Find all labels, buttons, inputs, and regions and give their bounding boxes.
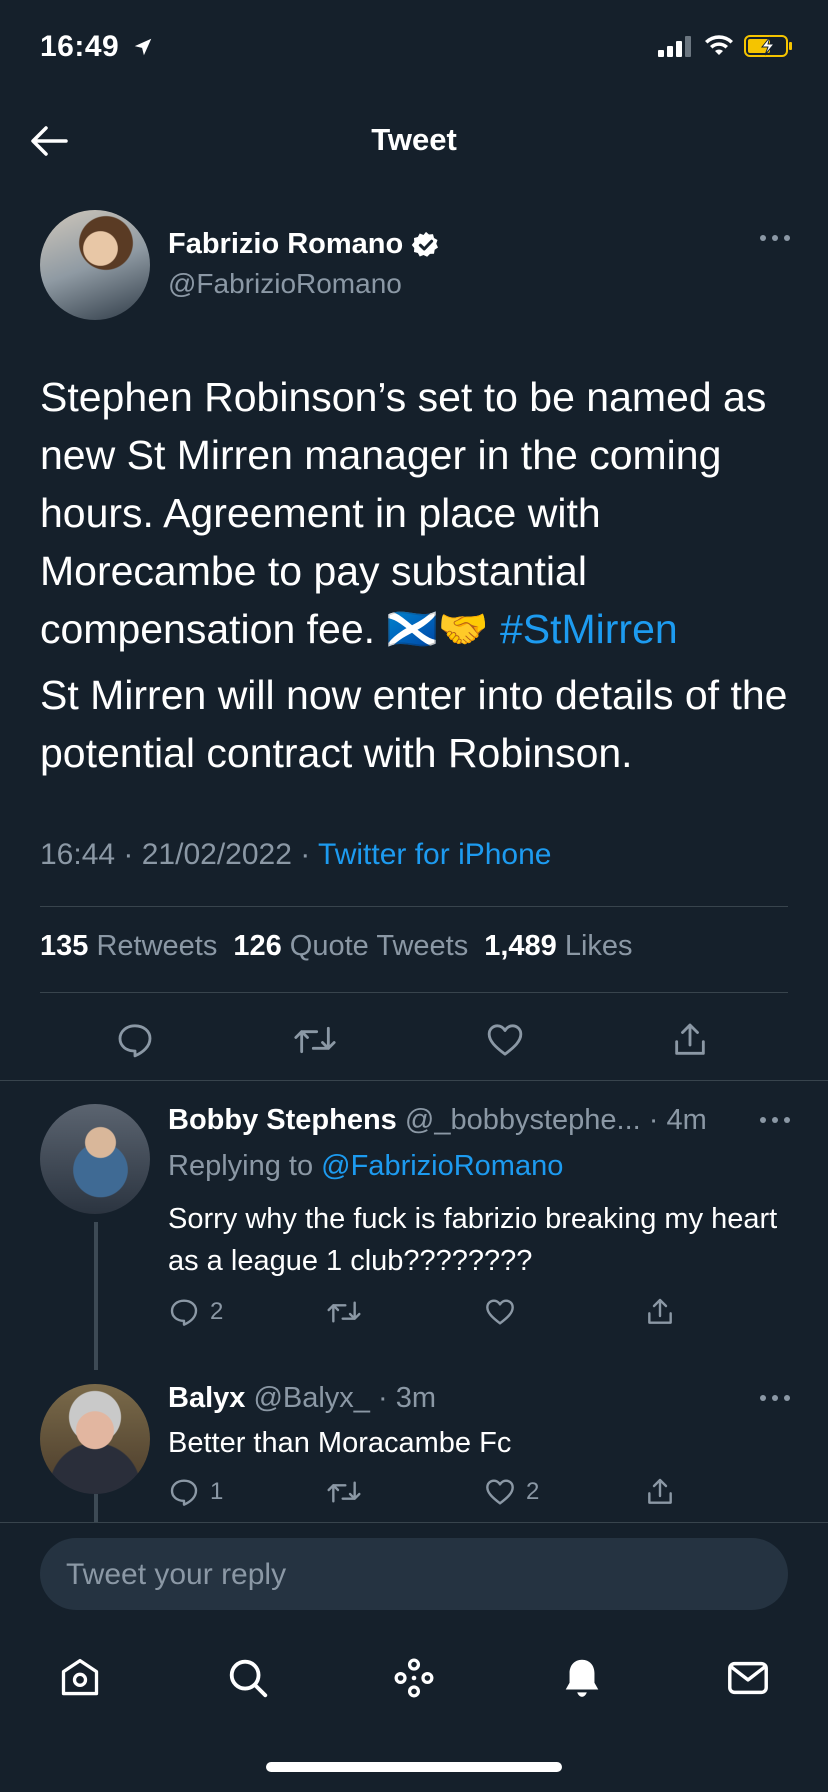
- share-button[interactable]: [665, 1015, 715, 1065]
- reply-avatar[interactable]: [40, 1384, 150, 1494]
- more-options-icon[interactable]: [755, 1112, 795, 1128]
- author-handle[interactable]: @FabrizioRomano: [168, 268, 402, 300]
- reply-avatar[interactable]: [40, 1104, 150, 1214]
- reply-age: 4m: [666, 1104, 707, 1136]
- like-button[interactable]: 2: [484, 1476, 539, 1508]
- tweet-body: Stephen Robinson’s set to be named as ne…: [40, 368, 800, 790]
- reply-button[interactable]: 2: [168, 1296, 223, 1328]
- tweet-source-link[interactable]: Twitter for iPhone: [318, 838, 551, 871]
- more-options-icon[interactable]: [755, 1390, 795, 1406]
- quote-tweets-stat[interactable]: 126 Quote Tweets: [233, 930, 468, 963]
- like-button[interactable]: [484, 1296, 516, 1328]
- reply-icon: [118, 1024, 152, 1058]
- tab-spaces[interactable]: [386, 1650, 442, 1706]
- retweet-icon: [294, 1026, 336, 1054]
- wifi-icon: [705, 35, 733, 55]
- reply-author-handle[interactable]: @Balyx_: [253, 1382, 369, 1414]
- tweet-paragraph-2: St Mirren will now enter into details of…: [40, 672, 788, 776]
- mail-icon: [728, 1661, 768, 1695]
- verified-badge-icon: [411, 231, 439, 257]
- cellular-signal-icon: [658, 36, 691, 57]
- reply-actions: 1 2: [168, 1476, 788, 1516]
- retweet-button[interactable]: [326, 1476, 362, 1508]
- location-arrow-icon: [134, 38, 152, 56]
- divider: [0, 1522, 828, 1523]
- reply-author-name[interactable]: Bobby Stephens: [168, 1104, 397, 1136]
- likes-stat[interactable]: 1,489 Likes: [484, 930, 632, 963]
- replying-to: Replying to @FabrizioRomano: [168, 1150, 564, 1182]
- share-button[interactable]: [644, 1476, 676, 1508]
- heart-icon: [486, 1479, 514, 1505]
- thread-connector: [94, 1494, 98, 1524]
- reply-input-placeholder: Tweet your reply: [66, 1558, 287, 1591]
- heart-icon: [487, 1024, 523, 1056]
- status-icons: [658, 34, 794, 58]
- tab-home[interactable]: [52, 1650, 108, 1706]
- retweets-stat[interactable]: 135 Retweets: [40, 930, 217, 963]
- tweet-time: 16:44: [40, 838, 116, 871]
- share-icon: [675, 1023, 705, 1055]
- emoji-flag-handshake: 🏴󠁧󠁢󠁳󠁣󠁴󠁿🤝: [386, 606, 489, 652]
- tab-search[interactable]: [220, 1650, 276, 1706]
- reply-age: 3m: [395, 1382, 437, 1414]
- retweet-icon: [327, 1301, 361, 1323]
- reply-count: 1: [210, 1478, 224, 1505]
- heart-icon: [486, 1299, 514, 1325]
- reply-author-name[interactable]: Balyx: [168, 1382, 245, 1414]
- divider: [40, 992, 788, 993]
- tweet-meta: 16:44 · 21/02/2022 · Twitter for iPhone: [40, 838, 552, 871]
- reply-button[interactable]: 1: [168, 1476, 223, 1508]
- share-icon: [648, 1298, 672, 1324]
- tweet-stats: 135 Retweets 126 Quote Tweets 1,489 Like…: [40, 930, 633, 963]
- author-name[interactable]: Fabrizio Romano: [168, 228, 441, 261]
- reply-button[interactable]: [110, 1015, 160, 1065]
- hashtag-link[interactable]: #StMirren: [500, 606, 678, 652]
- tweet-date: 21/02/2022: [141, 838, 292, 871]
- author-name-text: Fabrizio Romano: [168, 228, 404, 260]
- page-title: Tweet: [371, 122, 457, 157]
- tab-notifications[interactable]: [554, 1650, 610, 1706]
- reply-icon: [170, 1479, 198, 1506]
- tab-messages[interactable]: [720, 1650, 776, 1706]
- reply-actions: 2: [168, 1296, 788, 1336]
- reply-count: 2: [210, 1298, 224, 1325]
- more-options-icon[interactable]: [755, 230, 795, 246]
- status-time: 16:49: [40, 30, 154, 64]
- reply-author-handle[interactable]: @_bobbystephe...: [405, 1104, 641, 1136]
- divider: [40, 906, 788, 907]
- reply-header: Bobby Stephens @_bobbystephe... · 4m: [168, 1104, 707, 1136]
- reply-icon: [170, 1299, 198, 1326]
- share-button[interactable]: [644, 1296, 676, 1328]
- tweet-paragraph-1: Stephen Robinson’s set to be named as ne…: [40, 374, 767, 652]
- share-icon: [648, 1478, 672, 1504]
- search-icon: [229, 1659, 268, 1698]
- like-button[interactable]: [480, 1015, 530, 1065]
- like-count: 2: [526, 1478, 540, 1505]
- reply-text: Sorry why the fuck is fabrizio breaking …: [168, 1203, 778, 1277]
- battery-charging-icon: [744, 35, 792, 57]
- retweet-button[interactable]: [290, 1015, 340, 1065]
- bell-icon: [565, 1659, 599, 1697]
- retweet-button[interactable]: [326, 1296, 362, 1328]
- reply-text: Better than Moracambe Fc: [168, 1427, 512, 1459]
- spaces-icon: [394, 1658, 434, 1698]
- author-avatar[interactable]: [40, 210, 150, 320]
- home-icon: [61, 1658, 99, 1696]
- reply-header: Balyx @Balyx_ · 3m: [168, 1382, 437, 1414]
- retweet-icon: [327, 1481, 361, 1503]
- replying-to-link[interactable]: @FabrizioRomano: [321, 1150, 563, 1182]
- divider: [0, 1080, 828, 1081]
- home-indicator[interactable]: [266, 1762, 562, 1772]
- tweet-actions: [40, 1015, 788, 1065]
- thread-connector: [94, 1222, 98, 1370]
